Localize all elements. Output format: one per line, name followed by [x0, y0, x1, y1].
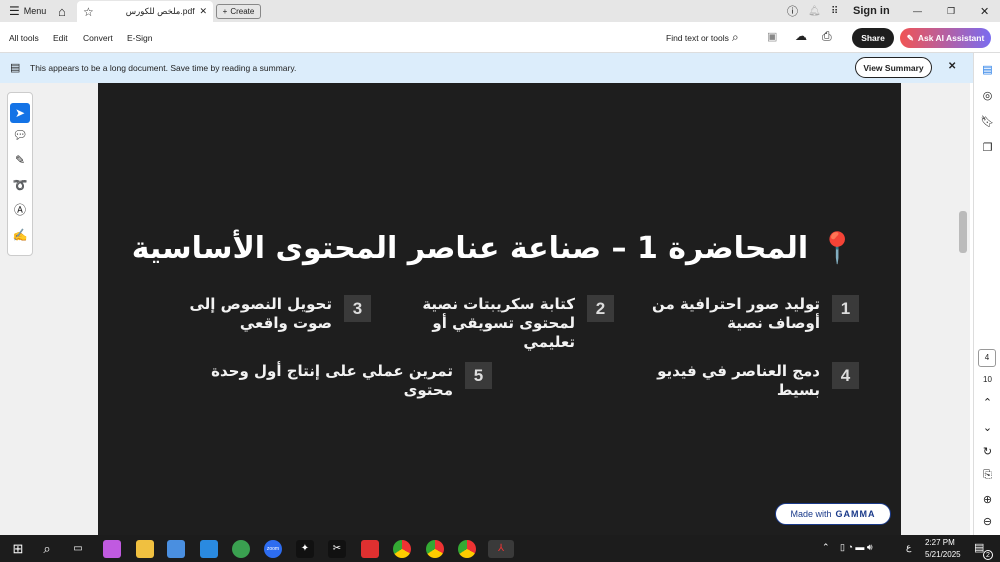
slide-title: 📍 المحاضرة 1 – صناعة عناصر المحتوى الأسا…	[131, 231, 856, 266]
notification-count: 2	[983, 550, 993, 560]
lasso-icon[interactable]: ➰	[8, 173, 32, 198]
store-icon[interactable]	[167, 540, 185, 558]
pen-icon[interactable]: ✎	[8, 148, 32, 173]
view-summary-button[interactable]: View Summary	[855, 57, 932, 78]
close-window-icon[interactable]: ✕	[980, 0, 989, 22]
search-icon[interactable]: ⌕	[732, 30, 739, 45]
app-icon[interactable]	[200, 540, 218, 558]
share-button[interactable]: Share	[852, 28, 894, 48]
zoom-in-icon[interactable]: ⊕	[974, 493, 1000, 506]
minimize-icon[interactable]: —	[913, 0, 922, 22]
list-item: 1 توليد صور احترافية من أوصاف نصية	[639, 295, 859, 333]
plus-icon: +	[222, 7, 228, 16]
language-indicator[interactable]: ع	[906, 542, 911, 553]
star-icon[interactable]: ☆	[83, 5, 94, 19]
list-item: 4 دمج العناصر في فيديو بسيط	[639, 362, 859, 400]
close-tab-icon[interactable]: ✕	[199, 6, 207, 17]
tray-icons[interactable]: ▯ ◔ ▬ 🔊︎	[840, 542, 873, 553]
main-toolbar: All tools Edit Convert E-Sign Find text …	[0, 22, 1000, 53]
zoom-app-icon[interactable]: zoom	[264, 540, 282, 558]
search-icon[interactable]: ⌕	[38, 540, 56, 558]
menu-button[interactable]: ☰ Menu	[9, 0, 46, 22]
refresh-icon[interactable]: ↻	[974, 445, 1000, 458]
apps-grid-icon[interactable]: ⠿	[831, 0, 838, 22]
restore-icon[interactable]: ❐	[947, 0, 955, 22]
fit-page-icon[interactable]: ⎘	[974, 469, 1000, 482]
chevron-up-icon[interactable]: ⌃	[974, 396, 1000, 409]
list-item: 2 كتابة سكريبتات نصية لمحتوى تسويقي أو تع…	[394, 295, 614, 352]
edge-icon[interactable]	[232, 540, 250, 558]
scrollbar-thumb[interactable]	[959, 211, 967, 253]
media-app-icon[interactable]	[361, 540, 379, 558]
upload-cloud-icon[interactable]: ☁	[795, 29, 807, 43]
help-icon[interactable]: ⓘ	[787, 0, 798, 22]
page-number-input[interactable]: 4	[978, 349, 996, 367]
chrome-profile-icon[interactable]	[426, 540, 444, 558]
pages-icon[interactable]: ❐	[974, 141, 1000, 154]
file-explorer-icon[interactable]	[136, 540, 154, 558]
list-item: 3 تحويل النصوص إلى صوت واقعي	[171, 295, 371, 333]
ai-app-icon[interactable]: ✦	[296, 540, 314, 558]
menu-esign[interactable]: E-Sign	[127, 33, 153, 43]
save-icon[interactable]: ▣	[767, 30, 777, 43]
menu-all-tools[interactable]: All tools	[9, 33, 39, 43]
right-sidebar: ▤ ◎ 🔖︎ ❐ 4 10 ⌃ ⌄ ↻ ⎘ ⊕ ⊖	[973, 53, 1000, 535]
tray-chevron-icon[interactable]: ⌃	[822, 542, 830, 553]
windows-taskbar: ⊞ ⌕ ▭ zoom ✦ ✂ ⅄ ⌃ ▯ ◔ ▬ 🔊︎ ع 2:27 PM 5/…	[0, 535, 1000, 562]
find-tools-field[interactable]: Find text or tools	[666, 33, 729, 43]
made-with-gamma-badge[interactable]: Made with GAMMA	[775, 503, 891, 525]
summary-icon: ▤	[10, 62, 21, 74]
hamburger-icon: ☰	[9, 4, 20, 18]
create-button[interactable]: + Create	[216, 4, 261, 19]
summary-banner: ▤ This appears to be a long document. Sa…	[0, 53, 973, 83]
ai-chat-icon: ✎	[906, 32, 914, 43]
windows-start-icon[interactable]: ⊞	[9, 540, 27, 558]
list-item: 5 تمرين عملي على إنتاج أول وحدة محتوى	[202, 362, 492, 400]
select-cursor-icon[interactable]: ➤	[10, 103, 30, 123]
left-tools-panel: ➤ 💬︎ ✎ ➰ Ⓐ ✍	[7, 92, 33, 256]
menu-convert[interactable]: Convert	[83, 33, 113, 43]
zoom-out-icon[interactable]: ⊖	[974, 515, 1000, 528]
document-viewer: 📍 المحاضرة 1 – صناعة عناصر المحتوى الأسا…	[0, 83, 970, 535]
acrobat-icon[interactable]: ⅄	[488, 540, 514, 558]
text-box-icon[interactable]: Ⓐ	[8, 198, 32, 223]
sign-in-button[interactable]: Sign in	[853, 0, 890, 22]
tab-bar: ☰ Menu ⌂ ☆ ملخص للكورس.pdf ✕ + Create ⓘ 🔔︎…	[0, 0, 1000, 22]
summary-panel-icon[interactable]: ▤	[974, 63, 1000, 76]
banner-text: This appears to be a long document. Save…	[30, 63, 297, 73]
home-icon[interactable]: ⌂	[58, 0, 66, 22]
chevron-down-icon[interactable]: ⌄	[974, 421, 1000, 434]
menu-edit[interactable]: Edit	[53, 33, 68, 43]
capcut-icon[interactable]: ✂	[328, 540, 346, 558]
comment-icon[interactable]: 💬︎	[8, 123, 32, 148]
comments-icon[interactable]: ◎	[974, 89, 1000, 102]
document-tab[interactable]: ☆ ملخص للكورس.pdf ✕	[77, 1, 213, 22]
chrome-profile-2-icon[interactable]	[458, 540, 476, 558]
ask-ai-button[interactable]: ✎ Ask AI Assistant	[900, 28, 991, 48]
close-banner-icon[interactable]: ✕	[948, 61, 956, 72]
print-icon[interactable]: ⎙	[822, 29, 832, 44]
sign-icon[interactable]: ✍	[8, 223, 32, 248]
clock-date[interactable]: 5/21/2025	[925, 550, 961, 559]
copilot-icon[interactable]	[103, 540, 121, 558]
slide-page: 📍 المحاضرة 1 – صناعة عناصر المحتوى الأسا…	[98, 83, 901, 535]
clock-time[interactable]: 2:27 PM	[925, 538, 955, 547]
bell-icon[interactable]: 🔔︎	[808, 0, 821, 22]
total-pages: 10	[983, 375, 992, 384]
chrome-icon[interactable]	[393, 540, 411, 558]
task-view-icon[interactable]: ▭	[69, 540, 87, 558]
bookmark-icon[interactable]: 🔖︎	[974, 115, 1000, 128]
